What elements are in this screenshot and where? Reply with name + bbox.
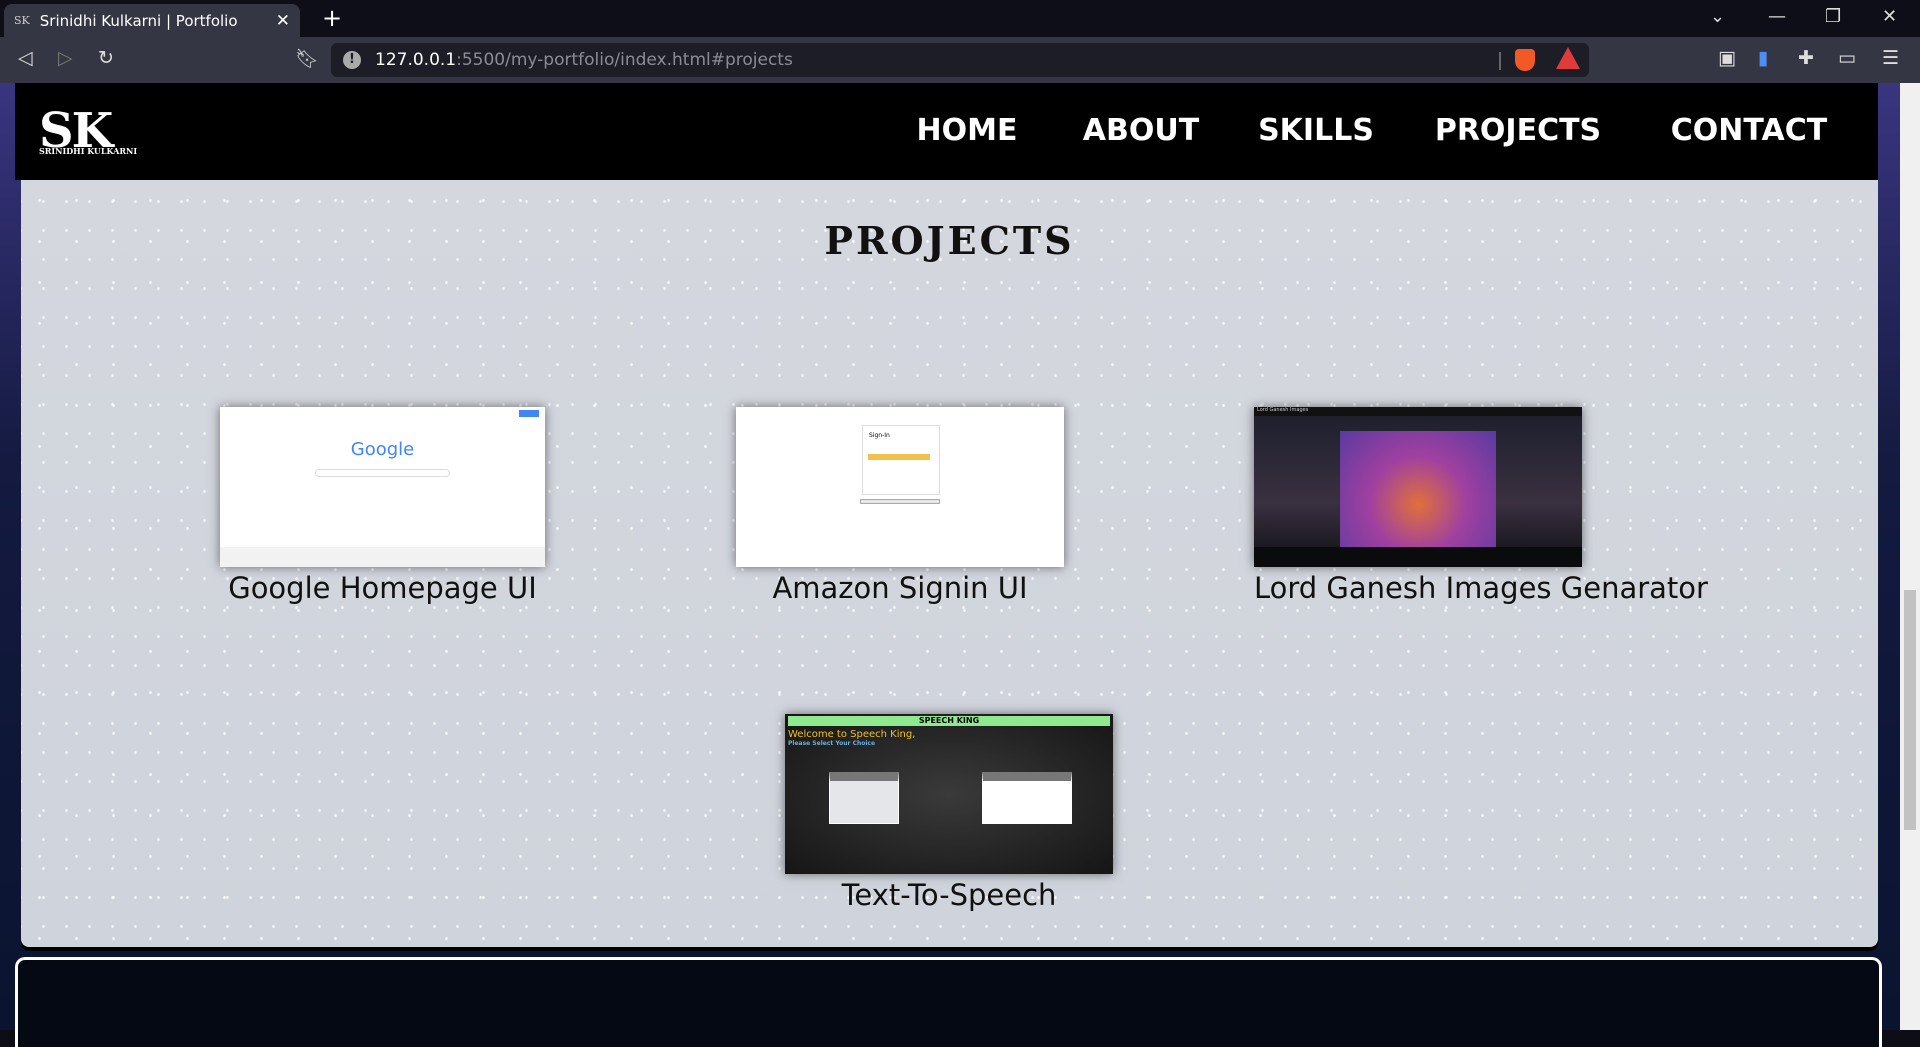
logo-subtitle: SRINIDHI KULKARNI bbox=[39, 146, 138, 156]
nav-home[interactable]: HOME bbox=[917, 113, 1018, 148]
divider bbox=[1499, 52, 1501, 70]
project-card-amazon[interactable]: Sign-In Amazon Signin UI bbox=[736, 407, 1064, 605]
url-path: :5500/my-portfolio/index.html#projects bbox=[456, 50, 793, 70]
signin-box: Sign-In bbox=[862, 425, 940, 495]
brave-rewards-icon[interactable] bbox=[1556, 47, 1580, 69]
thumb-nav: Lord Ganesh Images bbox=[1254, 407, 1582, 416]
project-card-tts[interactable]: SPEECH KING Welcome to Speech King, Plea… bbox=[785, 714, 1113, 912]
logo[interactable]: SK SRINIDHI KULKARNI bbox=[39, 106, 137, 156]
scrollbar[interactable] bbox=[1900, 83, 1920, 1030]
forward-icon[interactable]: ▷ bbox=[58, 47, 73, 69]
menu-icon[interactable]: ☰ bbox=[1882, 47, 1899, 69]
project-thumbnail[interactable]: SPEECH KING Welcome to Speech King, Plea… bbox=[785, 714, 1113, 874]
section-title: PROJECTS bbox=[824, 218, 1075, 263]
address-bar[interactable]: ! 127.0.0.1:5500/my-portfolio/index.html… bbox=[331, 43, 1589, 77]
project-title: Lord Ganesh Images Genarator bbox=[1254, 571, 1708, 605]
thumb-welcome: Welcome to Speech King, bbox=[788, 729, 916, 740]
contact-footer bbox=[15, 957, 1882, 1047]
thumb-header: SPEECH KING bbox=[788, 716, 1110, 726]
wallet-icon[interactable]: ▭ bbox=[1838, 47, 1856, 69]
project-card-google[interactable]: Google Google Homepage UI bbox=[220, 407, 545, 605]
back-icon[interactable]: ◁ bbox=[18, 47, 33, 69]
project-thumbnail[interactable]: Lord Ganesh Images bbox=[1254, 407, 1582, 567]
nav-skills[interactable]: SKILLS bbox=[1258, 113, 1374, 148]
project-card-ganesh[interactable]: Lord Ganesh Images Lord Ganesh Images Ge… bbox=[1254, 407, 1708, 605]
wallet-cards-icon[interactable]: ▮ bbox=[1758, 47, 1768, 69]
browser-toolbar: ◁ ▷ ↻ 🔖︎ ! 127.0.0.1:5500/my-portfolio/i… bbox=[0, 37, 1920, 83]
site-header: SK SRINIDHI KULKARNI HOME ABOUT SKILLS PR… bbox=[15, 83, 1878, 180]
reload-icon[interactable]: ↻ bbox=[98, 47, 114, 69]
nav-projects[interactable]: PROJECTS bbox=[1435, 113, 1601, 148]
info-icon[interactable]: ! bbox=[343, 51, 361, 69]
scrollbar-thumb[interactable] bbox=[1904, 590, 1916, 830]
page-viewport: SK SRINIDHI KULKARNI HOME ABOUT SKILLS PR… bbox=[0, 83, 1900, 1047]
brave-shields-icon[interactable] bbox=[1515, 49, 1535, 71]
minimize-icon[interactable]: — bbox=[1768, 6, 1786, 27]
new-tab-icon[interactable]: + bbox=[322, 4, 342, 32]
restore-icon[interactable]: ❐ bbox=[1825, 6, 1841, 27]
tab-title: Srinidhi Kulkarni | Portfolio bbox=[39, 11, 238, 30]
projects-section: PROJECTS Google Google Homepage UI Sign-… bbox=[21, 180, 1878, 947]
tab-search-icon[interactable]: ⌄ bbox=[1710, 6, 1725, 27]
thumb-choice: Please Select Your Choice bbox=[788, 740, 876, 747]
google-logo: Google bbox=[350, 439, 415, 460]
project-title: Google Homepage UI bbox=[228, 571, 537, 605]
close-window-icon[interactable]: ✕ bbox=[1882, 6, 1897, 27]
nav-about[interactable]: ABOUT bbox=[1083, 113, 1199, 148]
project-thumbnail[interactable]: Google bbox=[220, 407, 545, 567]
bookmark-icon[interactable]: 🔖︎ bbox=[295, 47, 319, 70]
url-host: 127.0.0.1 bbox=[375, 50, 457, 70]
project-title: Amazon Signin UI bbox=[772, 571, 1028, 605]
project-thumbnail[interactable]: Sign-In bbox=[736, 407, 1064, 567]
tab-strip: SK Srinidhi Kulkarni | Portfolio ✕ + ⌄ —… bbox=[0, 0, 1920, 37]
nav-contact[interactable]: CONTACT bbox=[1671, 113, 1827, 148]
browser-tab[interactable]: SK Srinidhi Kulkarni | Portfolio ✕ bbox=[4, 4, 300, 37]
close-tab-icon[interactable]: ✕ bbox=[276, 11, 290, 31]
project-title: Text-To-Speech bbox=[841, 878, 1057, 912]
extensions-icon[interactable]: ✚ bbox=[1798, 47, 1814, 69]
favicon: SK bbox=[14, 14, 30, 27]
cast-icon[interactable]: ▣ bbox=[1718, 47, 1736, 69]
